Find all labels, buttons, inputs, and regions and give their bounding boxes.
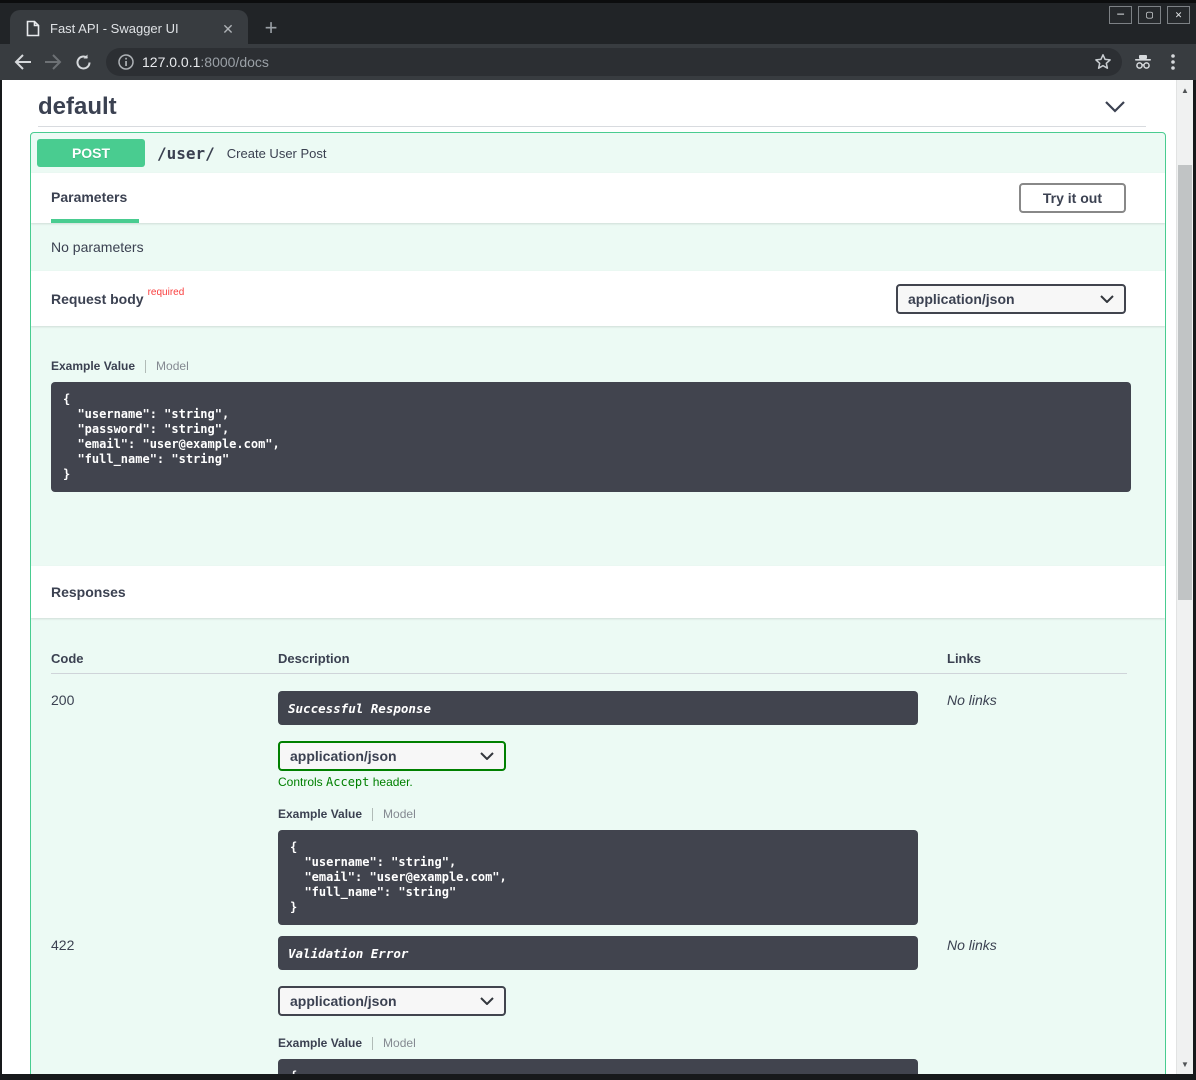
page-content: default POST /user/ Create User Post Par…: [2, 80, 1193, 1074]
tab-model[interactable]: Model: [383, 807, 416, 821]
browser-window: Fast API - Swagger UI ✕ + ─ ▢ ✕: [0, 0, 1196, 1080]
window-maximize-button[interactable]: ▢: [1138, 6, 1161, 24]
response-200-example-code: { "username": "string", "email": "user@e…: [278, 830, 918, 925]
tab-model[interactable]: Model: [383, 1036, 416, 1050]
try-it-out-button[interactable]: Try it out: [1019, 183, 1126, 213]
tag-collapse-chevron-icon[interactable]: [1104, 100, 1126, 114]
incognito-icon: [1128, 47, 1158, 77]
request-body-example-code: { "username": "string", "password": "str…: [51, 382, 1131, 492]
scrollbar-up-arrow-icon[interactable]: ▲: [1177, 82, 1193, 98]
tab-example-value[interactable]: Example Value: [51, 359, 135, 373]
responses-table: Code Description Links 200 Successful Re…: [31, 618, 1165, 1074]
column-header-description: Description: [278, 651, 918, 666]
tab-example-value[interactable]: Example Value: [278, 1036, 362, 1050]
response-links: No links: [947, 936, 1127, 1074]
response-code: 200: [51, 691, 278, 925]
browser-tab[interactable]: Fast API - Swagger UI ✕: [10, 10, 248, 47]
column-header-code: Code: [51, 651, 278, 666]
tab-model[interactable]: Model: [156, 359, 189, 373]
opblock-post-user: POST /user/ Create User Post Parameters …: [30, 132, 1166, 1074]
tag-title: default: [38, 93, 117, 121]
browser-toolbar: 127.0.0.1:8000/docs: [0, 44, 1196, 80]
url-text: 127.0.0.1:8000/docs: [142, 54, 269, 70]
new-tab-button[interactable]: +: [258, 16, 284, 42]
operation-summary[interactable]: POST /user/ Create User Post: [31, 133, 1165, 173]
required-badge: required: [148, 287, 185, 298]
chevron-down-icon: [480, 997, 494, 1005]
response-description: Validation Error: [278, 936, 918, 970]
response-code: 422: [51, 936, 278, 1074]
response-media-type-select[interactable]: application/json: [278, 986, 506, 1016]
request-body-header: Request body required application/json: [31, 271, 1165, 326]
forward-button[interactable]: [38, 47, 68, 77]
responses-header: Responses: [31, 566, 1165, 618]
parameters-header: Parameters Try it out: [31, 173, 1165, 223]
no-parameters-text: No parameters: [31, 223, 1165, 271]
tab-example-value[interactable]: Example Value: [278, 807, 362, 821]
scrollbar-down-arrow-icon[interactable]: ▼: [1177, 1056, 1193, 1072]
request-body-label: Request body: [51, 291, 144, 307]
window-minimize-button[interactable]: ─: [1109, 6, 1132, 24]
response-links: No links: [947, 691, 1127, 925]
back-button[interactable]: [8, 47, 38, 77]
responses-label: Responses: [51, 584, 126, 600]
column-header-links: Links: [947, 651, 1127, 666]
reload-button[interactable]: [68, 47, 98, 77]
bookmark-star-icon[interactable]: [1094, 53, 1112, 71]
page-scrollbar[interactable]: ▲ ▼: [1176, 80, 1193, 1074]
tab-close-icon[interactable]: ✕: [218, 19, 238, 39]
tab-parameters[interactable]: Parameters: [51, 173, 139, 223]
tab-title: Fast API - Swagger UI: [50, 21, 218, 36]
page-favicon-icon: [26, 20, 40, 37]
browser-chrome: Fast API - Swagger UI ✕ + ─ ▢ ✕: [0, 0, 1196, 80]
response-media-type-select[interactable]: application/json: [278, 741, 506, 771]
controls-accept-note: Controls Accept header.: [278, 775, 918, 789]
address-bar[interactable]: 127.0.0.1:8000/docs: [106, 48, 1122, 76]
chevron-down-icon: [480, 752, 494, 760]
window-close-button[interactable]: ✕: [1167, 6, 1190, 24]
request-media-type-select[interactable]: application/json: [896, 284, 1126, 314]
chevron-down-icon: [1100, 295, 1114, 303]
scrollbar-thumb[interactable]: [1178, 165, 1192, 600]
response-row-422: 422 Validation Error application/json Ex…: [51, 936, 1127, 1074]
browser-menu-button[interactable]: [1158, 47, 1188, 77]
response-description: Successful Response: [278, 691, 918, 725]
response-422-example-code: { "detail": [: [278, 1059, 918, 1074]
response-row-200: 200 Successful Response application/json…: [51, 691, 1127, 925]
operation-description: Create User Post: [227, 146, 327, 161]
tab-strip: Fast API - Swagger UI ✕ + ─ ▢ ✕: [0, 0, 1196, 44]
operation-path: /user/: [157, 144, 215, 163]
site-info-icon[interactable]: [118, 54, 134, 70]
method-badge: POST: [37, 139, 145, 167]
tag-divider: [38, 126, 1146, 127]
